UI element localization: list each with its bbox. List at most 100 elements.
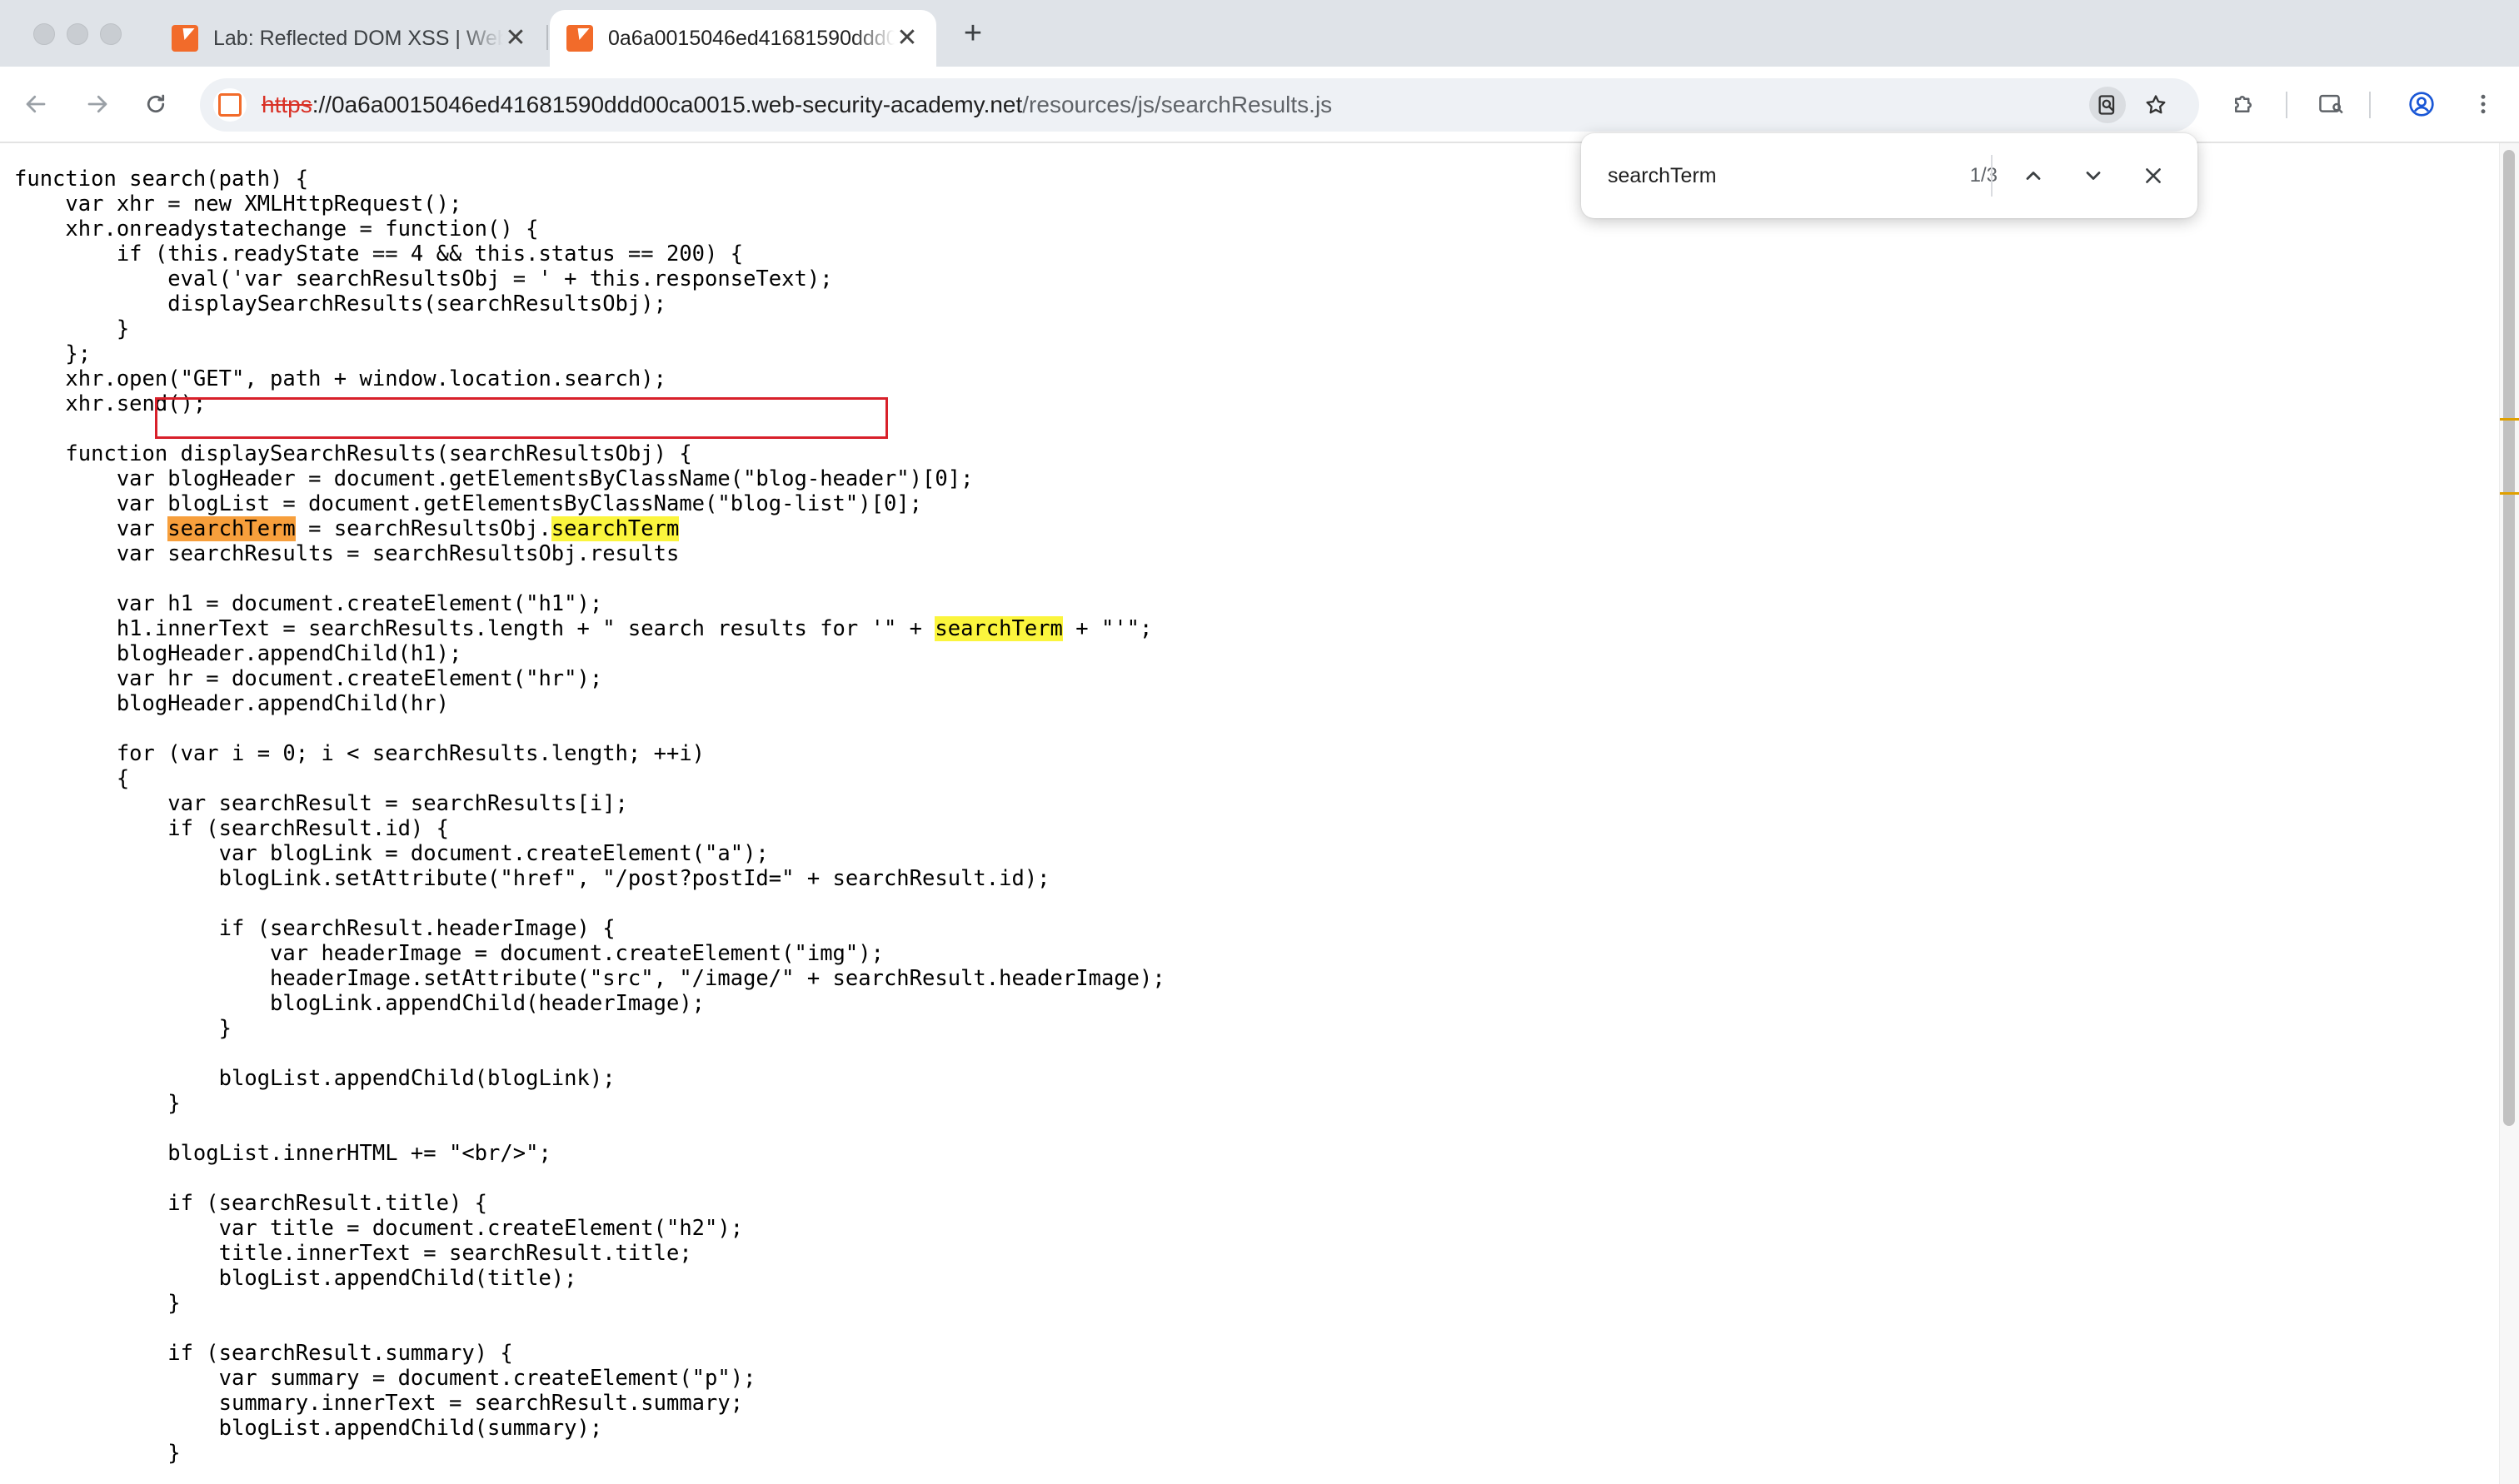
code-line: blogList.appendChild(blogLink); bbox=[14, 1066, 616, 1091]
code-line: var summary = document.createElement("p"… bbox=[14, 1366, 756, 1391]
code-line: } bbox=[14, 316, 130, 341]
code-line: var hr = document.createElement("hr"); bbox=[14, 666, 603, 691]
code-line: summary.innerText = searchResult.summary… bbox=[14, 1391, 744, 1416]
code-line: blogHeader.appendChild(hr) bbox=[14, 691, 449, 716]
code-line: if (searchResult.summary) { bbox=[14, 1341, 513, 1366]
code-line: if (searchResult.headerImage) { bbox=[14, 916, 616, 941]
code-line: var title = document.createElement("h2")… bbox=[14, 1216, 744, 1241]
reading-mode-icon bbox=[2319, 94, 2343, 114]
code-line: var xhr = new XMLHttpRequest(); bbox=[14, 192, 462, 217]
scrollbar-thumb[interactable] bbox=[2503, 150, 2515, 1126]
page-search-icon bbox=[2098, 95, 2115, 115]
code-line: var blogLink = document.createElement("a… bbox=[14, 841, 769, 866]
code-line: title.innerText = searchResult.title; bbox=[14, 1241, 692, 1266]
find-match-count: 1/3 bbox=[1969, 164, 1998, 187]
reading-mode-button[interactable] bbox=[2312, 85, 2351, 123]
portswigger-favicon-icon bbox=[172, 25, 198, 52]
url-host: ://0a6a0015046ed41681590ddd00ca0015.web-… bbox=[312, 92, 1023, 117]
code-line: }; bbox=[14, 341, 92, 366]
close-tab-icon[interactable]: ✕ bbox=[503, 26, 528, 51]
code-line: var headerImage = document.createElement… bbox=[14, 941, 884, 966]
code-line: blogLink.setAttribute("href", "/post?pos… bbox=[14, 866, 1050, 891]
code-line: if (this.readyState == 4 && this.status … bbox=[14, 242, 744, 266]
code-line: displaySearchResults(searchResultsObj); bbox=[14, 291, 666, 316]
code-line: eval('var searchResultsObj = ' + this.re… bbox=[14, 266, 833, 291]
eval-annotation-box bbox=[155, 397, 888, 439]
code-line: h1.innerText = searchResults.length + " … bbox=[14, 616, 1153, 641]
code-line: } bbox=[14, 1441, 181, 1466]
code-line: blogList.innerHTML += "<br/>"; bbox=[14, 1141, 551, 1166]
url-path: /resources/js/searchResults.js bbox=[1022, 92, 1333, 117]
find-match: searchTerm bbox=[935, 616, 1063, 641]
code-line: xhr.open("GET", path + window.location.s… bbox=[14, 366, 666, 391]
bookmark-button[interactable] bbox=[2137, 87, 2174, 123]
chevron-up-icon bbox=[2026, 172, 2041, 180]
site-info-button[interactable] bbox=[213, 88, 247, 122]
code-line: if (searchResult.id) { bbox=[14, 816, 449, 841]
code-line: } bbox=[14, 1291, 181, 1316]
code-line: if (searchResult.title) { bbox=[14, 1191, 488, 1216]
code-line: xhr.onreadystatechange = function() { bbox=[14, 217, 539, 242]
tab-lab-reflected-dom-xss[interactable]: Lab: Reflected DOM XSS | Web Security Ac… bbox=[155, 10, 545, 67]
browser-menu-button[interactable] bbox=[2464, 85, 2502, 123]
reload-icon bbox=[147, 94, 165, 113]
find-match: searchTerm bbox=[551, 516, 680, 541]
back-button[interactable] bbox=[17, 85, 55, 123]
star-icon bbox=[2146, 95, 2166, 114]
source-code: function search(path) { var xhr = new XM… bbox=[14, 167, 1165, 1484]
extensions-button[interactable] bbox=[2224, 85, 2262, 123]
code-line: } bbox=[14, 1016, 232, 1041]
url-text[interactable]: https://0a6a0015046ed41681590ddd00ca0015… bbox=[262, 78, 1332, 132]
portswigger-favicon-icon bbox=[566, 25, 593, 52]
code-line: var blogList = document.getElementsByCla… bbox=[14, 491, 923, 516]
kebab-menu-icon bbox=[2481, 94, 2486, 114]
vertical-scrollbar[interactable] bbox=[2499, 143, 2519, 1484]
reload-button[interactable] bbox=[137, 85, 175, 123]
address-bar[interactable]: https://0a6a0015046ed41681590ddd00ca0015… bbox=[200, 78, 2199, 132]
code-line: blogList.appendChild(summary); bbox=[14, 1416, 603, 1441]
toolbar-divider bbox=[2369, 92, 2371, 118]
find-close-button[interactable] bbox=[2134, 157, 2172, 195]
find-next-button[interactable] bbox=[2074, 157, 2112, 195]
find-match-marker bbox=[2500, 492, 2519, 495]
new-tab-button[interactable]: + bbox=[956, 17, 990, 50]
tab-separator bbox=[546, 25, 548, 50]
close-window-button[interactable] bbox=[33, 23, 55, 45]
find-current-match: searchTerm bbox=[167, 516, 296, 541]
code-line: var searchTerm = searchResultsObj.search… bbox=[14, 516, 680, 541]
find-divider bbox=[1991, 155, 1993, 197]
url-scheme: https bbox=[262, 92, 312, 117]
find-input[interactable] bbox=[1608, 133, 1924, 218]
tab-strip: Lab: Reflected DOM XSS | Web Security Ac… bbox=[0, 0, 2519, 67]
code-line: { bbox=[14, 766, 130, 791]
code-line: headerImage.setAttribute("src", "/image/… bbox=[14, 966, 1165, 991]
portswigger-favicon-icon bbox=[218, 93, 242, 117]
minimize-window-button[interactable] bbox=[67, 23, 88, 45]
toolbar-divider bbox=[2286, 92, 2287, 118]
arrow-right-icon bbox=[87, 95, 107, 113]
close-tab-icon[interactable]: ✕ bbox=[895, 26, 920, 51]
zoom-window-button[interactable] bbox=[100, 23, 122, 45]
find-previous-button[interactable] bbox=[2014, 157, 2053, 195]
code-line: for (var i = 0; i < searchResults.length… bbox=[14, 741, 706, 766]
code-line: var searchResult = searchResults[i]; bbox=[14, 791, 628, 816]
browser-toolbar: https://0a6a0015046ed41681590ddd00ca0015… bbox=[0, 67, 2519, 143]
find-bar: 1/3 bbox=[1581, 133, 2197, 218]
chevron-down-icon bbox=[2086, 172, 2101, 180]
page-content: function search(path) { var xhr = new XM… bbox=[0, 143, 2499, 1484]
profile-button[interactable] bbox=[2402, 85, 2441, 123]
find-match-marker bbox=[2500, 418, 2519, 421]
code-line: var h1 = document.createElement("h1"); bbox=[14, 591, 603, 616]
tab-title: Lab: Reflected DOM XSS | Web Security Ac… bbox=[213, 26, 503, 50]
tab-search-results-js[interactable]: 0a6a0015046ed41681590ddd00ca0015.web-sec… bbox=[550, 10, 936, 67]
code-line: blogHeader.appendChild(h1); bbox=[14, 641, 462, 666]
code-line: function displaySearchResults(searchResu… bbox=[14, 441, 692, 466]
forward-button[interactable] bbox=[78, 85, 117, 123]
profile-icon bbox=[2409, 92, 2434, 117]
close-icon bbox=[2146, 168, 2161, 183]
code-line: var searchResults = searchResultsObj.res… bbox=[14, 541, 680, 566]
arrow-left-icon bbox=[26, 95, 46, 113]
code-line: blogList.appendChild(title); bbox=[14, 1266, 577, 1291]
code-line: var blogHeader = document.getElementsByC… bbox=[14, 466, 974, 491]
page-search-button[interactable] bbox=[2089, 87, 2126, 123]
